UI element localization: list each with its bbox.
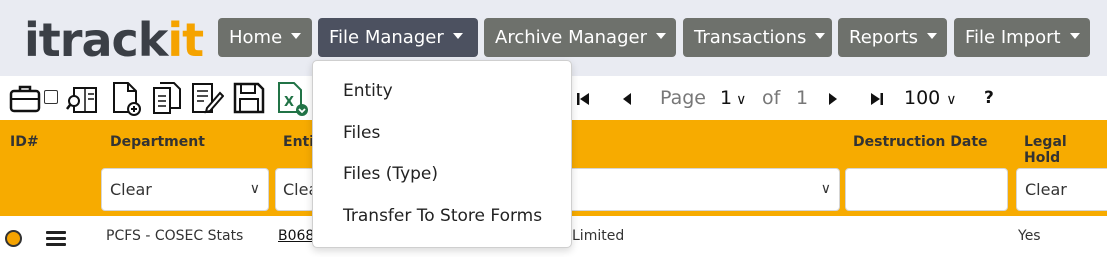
nav-archive-manager-label: Archive Manager — [495, 27, 647, 48]
destruction-date-filter-input[interactable] — [845, 168, 1008, 211]
menu-item-transfer-to-store-forms[interactable]: Transfer To Store Forms — [343, 206, 542, 226]
previous-page-icon[interactable] — [621, 92, 633, 106]
row-menu-icon[interactable] — [46, 231, 66, 246]
nav-file-manager-label: File Manager — [329, 27, 444, 48]
nav-transactions-button[interactable]: Transactions — [683, 18, 832, 57]
chevron-down-icon: ∨ — [946, 92, 957, 108]
nav-file-import-label: File Import — [965, 27, 1061, 48]
entity-filter-value: Clear — [283, 180, 314, 199]
page-select[interactable]: 1 ∨ — [720, 84, 746, 112]
chevron-down-icon: ∨ — [736, 92, 747, 108]
department-filter-value: Clear — [110, 180, 152, 199]
page-size-select[interactable]: 100 ∨ — [904, 84, 957, 112]
menu-item-files[interactable]: Files — [343, 123, 380, 143]
svg-text:X: X — [284, 95, 294, 110]
row-status-indicator[interactable] — [5, 230, 22, 247]
chevron-down-icon — [927, 33, 938, 39]
nav-archive-manager-button[interactable]: Archive Manager — [484, 18, 676, 57]
chevron-down-icon — [815, 33, 826, 39]
chevron-down-icon — [452, 33, 463, 39]
nav-reports-label: Reports — [849, 27, 919, 48]
of-label: of — [762, 87, 781, 109]
row-entity-name: Limited — [572, 228, 625, 244]
department-filter-select[interactable]: Clear ∨ — [101, 168, 269, 211]
nav-home-button[interactable]: Home — [218, 18, 312, 57]
row-legal-hold: Yes — [1018, 228, 1041, 244]
nav-file-import-button[interactable]: File Import — [954, 18, 1090, 57]
save-icon[interactable] — [232, 80, 266, 116]
chevron-down-icon: ∨ — [249, 181, 260, 197]
itrackit-logo[interactable]: itrackit — [24, 10, 204, 70]
page-select-value: 1 — [720, 87, 733, 109]
logo-text-accent: it — [167, 13, 204, 67]
briefcase-icon[interactable] — [8, 80, 42, 116]
menu-item-files-type[interactable]: Files (Type) — [343, 164, 438, 184]
nav-file-manager-button[interactable]: File Manager — [318, 18, 478, 57]
legal-hold-filter-select[interactable]: Clear — [1016, 168, 1107, 211]
column-header-id[interactable]: ID# — [10, 134, 39, 150]
page-size-value: 100 — [904, 87, 941, 109]
chevron-down-icon: ∨ — [820, 181, 831, 197]
chevron-down-icon — [1069, 33, 1080, 39]
nav-transactions-label: Transactions — [694, 27, 807, 48]
column-header-legal-hold[interactable]: Legal Hold — [1024, 134, 1107, 166]
column-header-department[interactable]: Department — [110, 134, 205, 150]
logo-text-main: itrack — [24, 13, 168, 67]
copy-files-icon[interactable] — [150, 80, 184, 116]
chevron-down-icon — [655, 33, 666, 39]
file-manager-dropdown-menu: Entity Files Files (Type) Transfer To St… — [312, 60, 572, 248]
column-header-destruction-date[interactable]: Destruction Date — [853, 134, 988, 150]
last-page-icon[interactable] — [870, 92, 884, 106]
excel-export-icon[interactable]: X — [276, 80, 310, 116]
chevron-down-icon — [291, 33, 302, 39]
page-label: Page — [660, 87, 706, 109]
edit-file-icon[interactable] — [190, 80, 224, 116]
new-file-icon[interactable] — [110, 80, 144, 116]
nav-reports-button[interactable]: Reports — [838, 18, 947, 57]
nav-home-label: Home — [229, 27, 283, 48]
select-all-checkbox[interactable] — [44, 90, 58, 104]
help-icon[interactable]: ? — [984, 84, 994, 112]
book-search-icon[interactable] — [66, 80, 100, 116]
menu-item-entity[interactable]: Entity — [343, 81, 393, 101]
legal-hold-filter-value: Clear — [1025, 180, 1067, 199]
row-department: PCFS - COSEC Stats — [106, 228, 244, 244]
entity-name-filter-select[interactable]: ∨ — [560, 168, 840, 211]
first-page-icon[interactable] — [576, 92, 590, 106]
row-file-link[interactable]: B068 — [278, 228, 314, 244]
entity-filter-select[interactable]: Clear — [275, 168, 315, 211]
total-pages: 1 — [796, 87, 809, 109]
next-page-icon[interactable] — [827, 92, 839, 106]
